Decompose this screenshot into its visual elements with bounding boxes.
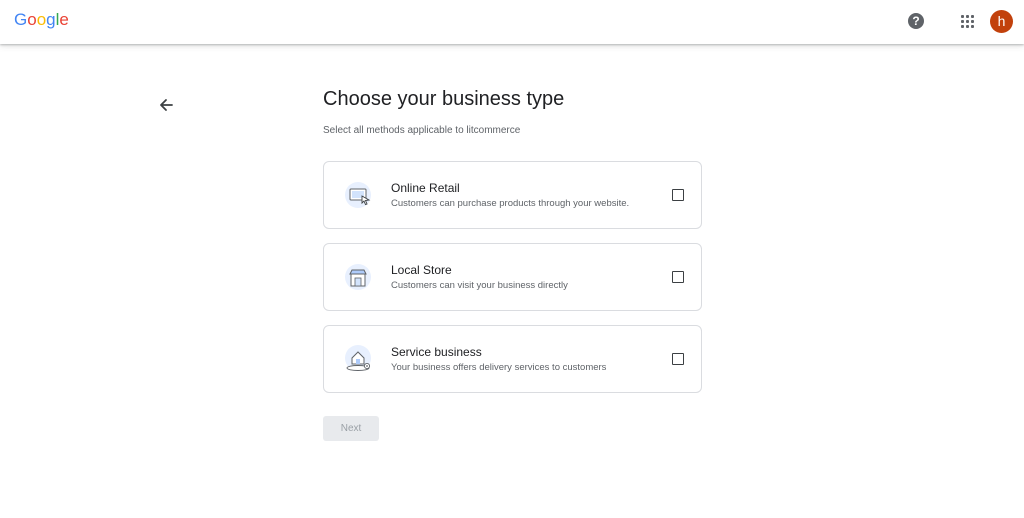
online-retail-checkbox[interactable]: [672, 189, 684, 201]
next-button[interactable]: Next: [323, 416, 379, 441]
option-service-business[interactable]: Service business Your business offers de…: [323, 325, 702, 393]
option-title: Online Retail: [391, 181, 460, 195]
apps-grid-icon[interactable]: [960, 14, 976, 30]
option-title: Service business: [391, 345, 482, 359]
google-logo[interactable]: Google: [14, 10, 69, 30]
avatar[interactable]: h: [990, 10, 1013, 33]
page-subtitle: Select all methods applicable to litcomm…: [323, 125, 521, 136]
option-online-retail[interactable]: Online Retail Customers can purchase pro…: [323, 161, 702, 229]
logo-letter: o: [36, 10, 47, 29]
service-business-checkbox[interactable]: [672, 353, 684, 365]
help-icon[interactable]: ?: [908, 13, 924, 29]
option-title: Local Store: [391, 263, 452, 277]
option-local-store[interactable]: Local Store Customers can visit your bus…: [323, 243, 702, 311]
page-title: Choose your business type: [323, 88, 565, 110]
option-description: Customers can visit your business direct…: [391, 280, 568, 291]
top-bar: Google ? h: [0, 0, 1024, 44]
option-description: Customers can purchase products through …: [391, 198, 630, 209]
local-store-icon: [344, 262, 374, 292]
arrow-back-icon[interactable]: [156, 95, 176, 115]
logo-letter: o: [27, 10, 37, 29]
local-store-checkbox[interactable]: [672, 271, 684, 283]
online-retail-icon: [344, 180, 374, 210]
logo-letter: G: [14, 10, 28, 29]
option-description: Your business offers delivery services t…: [391, 362, 607, 373]
logo-letter: g: [46, 10, 56, 29]
service-business-icon: [344, 344, 374, 374]
logo-letter: e: [59, 10, 69, 29]
